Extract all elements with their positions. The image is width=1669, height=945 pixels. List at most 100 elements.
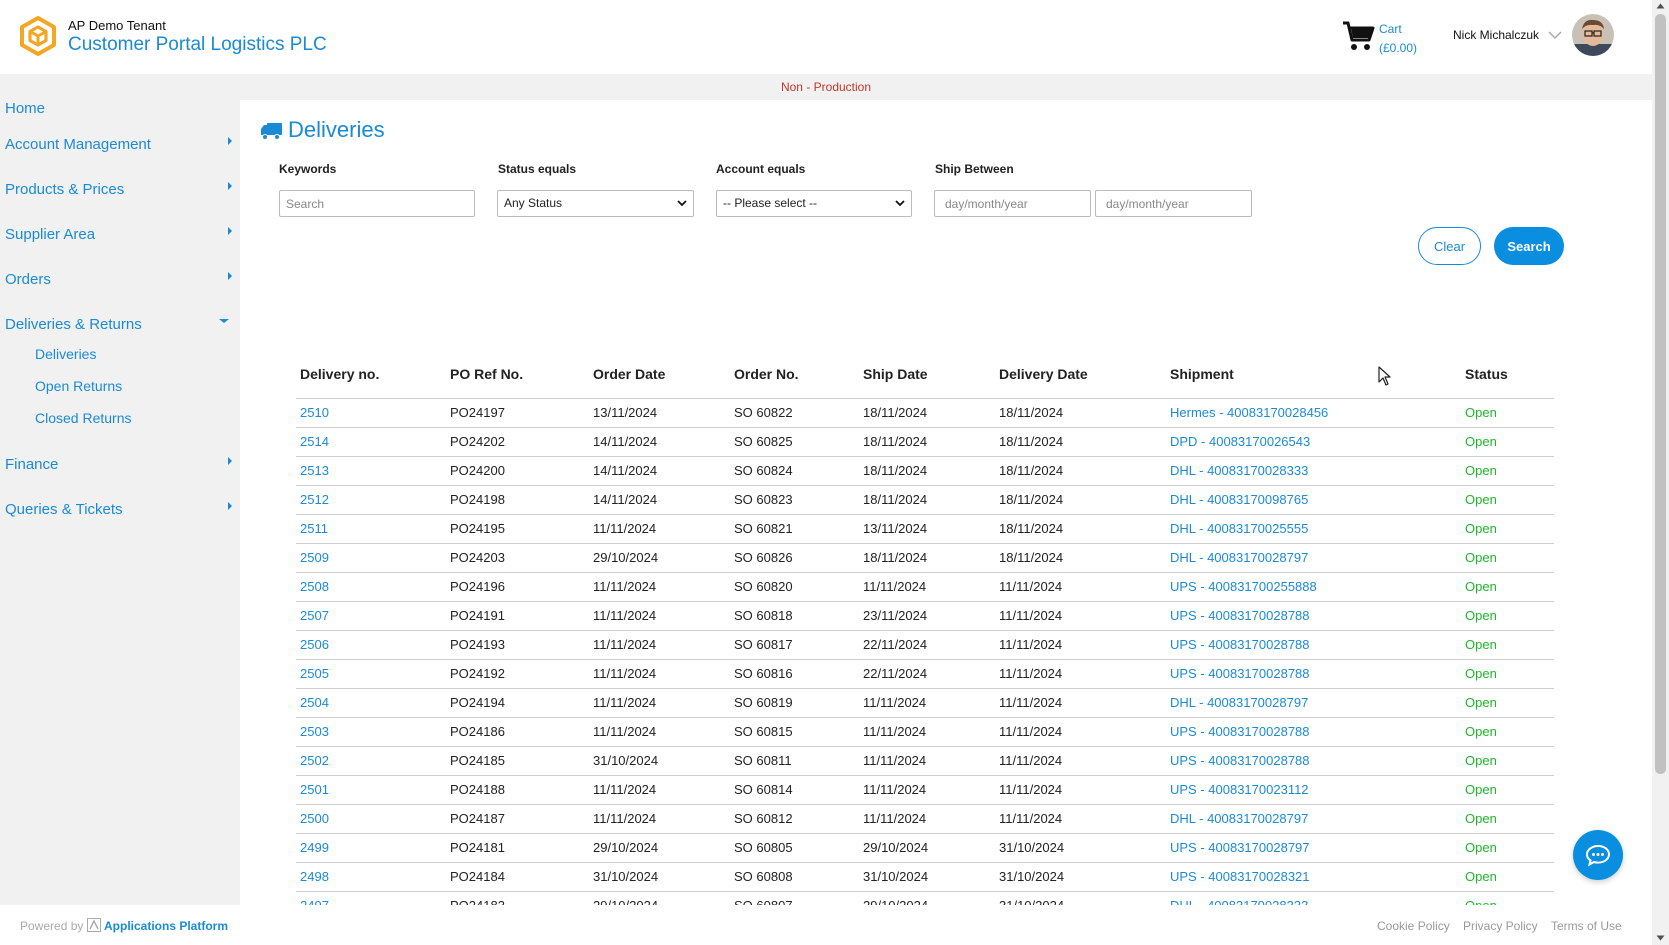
cell-delivery-no[interactable]: 2504 xyxy=(296,688,450,718)
cell-delivery-no[interactable]: 2502 xyxy=(296,746,450,776)
user-name[interactable]: Nick Michalczuk xyxy=(1453,28,1539,42)
cell-shipment[interactable]: Hermes - 40083170028456 xyxy=(1170,398,1465,428)
column-header-delivery-no[interactable]: Delivery no. xyxy=(296,350,450,399)
search-button[interactable]: Search xyxy=(1494,227,1564,265)
cell-delivery-no[interactable]: 2506 xyxy=(296,630,450,660)
sidebar-item-home[interactable]: Home xyxy=(5,100,45,117)
cell-delivery-no[interactable]: 2500 xyxy=(296,804,450,834)
sidebar-item-deliveries-returns[interactable]: Deliveries & Returns xyxy=(5,316,142,333)
column-header-ship-date[interactable]: Ship Date xyxy=(863,350,999,399)
chevron-down-icon[interactable] xyxy=(1548,30,1562,40)
cart-link[interactable]: Cart (£0.00) xyxy=(1379,20,1417,58)
table-row[interactable]: 2511 PO24195 11/11/2024 SO 60821 13/11/2024 1… xyxy=(296,514,1554,544)
shopping-cart-icon[interactable] xyxy=(1342,20,1376,52)
cell-delivery-no[interactable]: 2505 xyxy=(296,659,450,689)
table-row[interactable]: 2499 PO24181 29/10/2024 SO 60805 29/10/2024 3… xyxy=(296,833,1554,863)
chevron-down-icon[interactable] xyxy=(218,316,230,326)
cell-delivery-no[interactable]: 2501 xyxy=(296,775,450,805)
cell-shipment[interactable]: UPS - 40083170028788 xyxy=(1170,601,1465,631)
cell-delivery-no[interactable]: 2508 xyxy=(296,572,450,602)
table-row[interactable]: 2502 PO24185 31/10/2024 SO 60811 11/11/2024 1… xyxy=(296,746,1554,776)
table-row[interactable]: 2503 PO24186 11/11/2024 SO 60815 11/11/2024 1… xyxy=(296,717,1554,747)
ship-to-date-input[interactable] xyxy=(1095,190,1252,217)
cell-shipment[interactable]: DHL - 40083170028797 xyxy=(1170,543,1465,573)
cell-shipment[interactable]: UPS - 40083170028788 xyxy=(1170,630,1465,660)
cell-shipment[interactable]: DPD - 40083170026543 xyxy=(1170,427,1465,457)
platform-link[interactable]: Applications Platform xyxy=(104,919,228,933)
table-row[interactable]: 2504 PO24194 11/11/2024 SO 60819 11/11/2024 1… xyxy=(296,688,1554,718)
cell-shipment[interactable]: UPS - 40083170028788 xyxy=(1170,659,1465,689)
table-row[interactable]: 2498 PO24184 31/10/2024 SO 60808 31/10/2024 3… xyxy=(296,862,1554,892)
cell-shipment[interactable]: DHL - 40083170028333 xyxy=(1170,891,1465,905)
column-header-order-no[interactable]: Order No. xyxy=(734,350,863,399)
cell-delivery-no[interactable]: 2503 xyxy=(296,717,450,747)
cell-delivery-no[interactable]: 2512 xyxy=(296,485,450,515)
cell-shipment[interactable]: DHL - 40083170028797 xyxy=(1170,804,1465,834)
scroll-up-arrow-icon[interactable] xyxy=(1656,3,1665,9)
cell-delivery-no[interactable]: 2498 xyxy=(296,862,450,892)
chevron-right-icon[interactable] xyxy=(226,136,234,146)
scroll-down-arrow-icon[interactable] xyxy=(1656,935,1665,941)
sidebar-item-finance[interactable]: Finance xyxy=(5,456,58,473)
cookie-policy-link[interactable]: Cookie Policy xyxy=(1377,919,1450,933)
cell-shipment[interactable]: UPS - 40083170028788 xyxy=(1170,717,1465,747)
scrollbar-thumb[interactable] xyxy=(1655,14,1666,774)
cell-shipment[interactable]: UPS - 40083170023112 xyxy=(1170,775,1465,805)
avatar[interactable] xyxy=(1572,14,1614,56)
terms-of-use-link[interactable]: Terms of Use xyxy=(1551,919,1622,933)
table-row[interactable]: 2512 PO24198 14/11/2024 SO 60823 18/11/2024 1… xyxy=(296,485,1554,515)
column-header-delivery-date[interactable]: Delivery Date xyxy=(999,350,1170,399)
cell-delivery-no[interactable]: 2513 xyxy=(296,456,450,486)
table-row[interactable]: 2514 PO24202 14/11/2024 SO 60825 18/11/2024 1… xyxy=(296,427,1554,457)
table-row[interactable]: 2509 PO24203 29/10/2024 SO 60826 18/11/2024 1… xyxy=(296,543,1554,573)
sidebar-item-queries-tickets[interactable]: Queries & Tickets xyxy=(5,501,123,518)
cell-delivery-no[interactable]: 2511 xyxy=(296,514,450,544)
sidebar-subitem-deliveries[interactable]: Deliveries xyxy=(35,346,96,362)
ship-from-date-input[interactable] xyxy=(934,190,1091,217)
portal-title[interactable]: Customer Portal Logistics PLC xyxy=(68,34,327,56)
table-row[interactable]: 2508 PO24196 11/11/2024 SO 60820 11/11/2024 1… xyxy=(296,572,1554,602)
status-select[interactable]: Any Status xyxy=(497,190,694,217)
cell-shipment[interactable]: DHL - 40083170098765 xyxy=(1170,485,1465,515)
cell-shipment[interactable]: DHL - 40083170025555 xyxy=(1170,514,1465,544)
privacy-policy-link[interactable]: Privacy Policy xyxy=(1463,919,1538,933)
table-row[interactable]: 2501 PO24188 11/11/2024 SO 60814 11/11/2024 1… xyxy=(296,775,1554,805)
hexagon-cube-logo-icon[interactable] xyxy=(18,16,58,56)
table-row[interactable]: 2513 PO24200 14/11/2024 SO 60824 18/11/2024 1… xyxy=(296,456,1554,486)
column-header-shipment[interactable]: Shipment xyxy=(1170,350,1465,399)
chevron-right-icon[interactable] xyxy=(226,226,234,236)
chat-button[interactable] xyxy=(1573,830,1623,880)
cell-shipment[interactable]: DHL - 40083170028333 xyxy=(1170,456,1465,486)
sidebar-item-products-prices[interactable]: Products & Prices xyxy=(5,181,124,198)
column-header-order-date[interactable]: Order Date xyxy=(593,350,734,399)
sidebar-item-supplier-area[interactable]: Supplier Area xyxy=(5,226,95,243)
cell-delivery-no[interactable]: 2509 xyxy=(296,543,450,573)
table-row[interactable]: 2506 PO24193 11/11/2024 SO 60817 22/11/2024 1… xyxy=(296,630,1554,660)
cell-shipment[interactable]: UPS - 400831700255888 xyxy=(1170,572,1465,602)
cell-shipment[interactable]: UPS - 40083170028321 xyxy=(1170,862,1465,892)
cell-shipment[interactable]: UPS - 40083170028797 xyxy=(1170,833,1465,863)
column-header-po-ref-no[interactable]: PO Ref No. xyxy=(450,350,593,399)
table-row[interactable]: 2500 PO24187 11/11/2024 SO 60812 11/11/2024 1… xyxy=(296,804,1554,834)
account-select[interactable]: -- Please select -- xyxy=(716,190,912,217)
cell-delivery-no[interactable]: 2514 xyxy=(296,427,450,457)
keywords-input[interactable] xyxy=(279,190,475,217)
table-row[interactable]: 2507 PO24191 11/11/2024 SO 60818 23/11/2024 1… xyxy=(296,601,1554,631)
cell-shipment[interactable]: UPS - 40083170028788 xyxy=(1170,746,1465,776)
table-row[interactable]: 2497PO2418329/10/2024SO 6080729/10/20243… xyxy=(296,891,1554,905)
cell-delivery-no[interactable]: 2507 xyxy=(296,601,450,631)
sidebar-subitem-open-returns[interactable]: Open Returns xyxy=(35,378,122,394)
sidebar-item-account-management[interactable]: Account Management xyxy=(5,136,151,153)
cell-shipment[interactable]: DHL - 40083170028797 xyxy=(1170,688,1465,718)
table-row[interactable]: 2510 PO24197 13/11/2024 SO 60822 18/11/2024 1… xyxy=(296,398,1554,428)
cell-delivery-no[interactable]: 2497 xyxy=(296,891,450,905)
table-row[interactable]: 2505 PO24192 11/11/2024 SO 60816 22/11/2024 1… xyxy=(296,659,1554,689)
sidebar-subitem-closed-returns[interactable]: Closed Returns xyxy=(35,410,132,426)
column-header-status[interactable]: Status xyxy=(1465,350,1554,399)
chevron-right-icon[interactable] xyxy=(226,456,234,466)
chevron-right-icon[interactable] xyxy=(226,271,234,281)
sidebar-item-orders[interactable]: Orders xyxy=(5,271,51,288)
clear-button[interactable]: Clear xyxy=(1418,227,1481,265)
cell-delivery-no[interactable]: 2499 xyxy=(296,833,450,863)
chevron-right-icon[interactable] xyxy=(226,501,234,511)
